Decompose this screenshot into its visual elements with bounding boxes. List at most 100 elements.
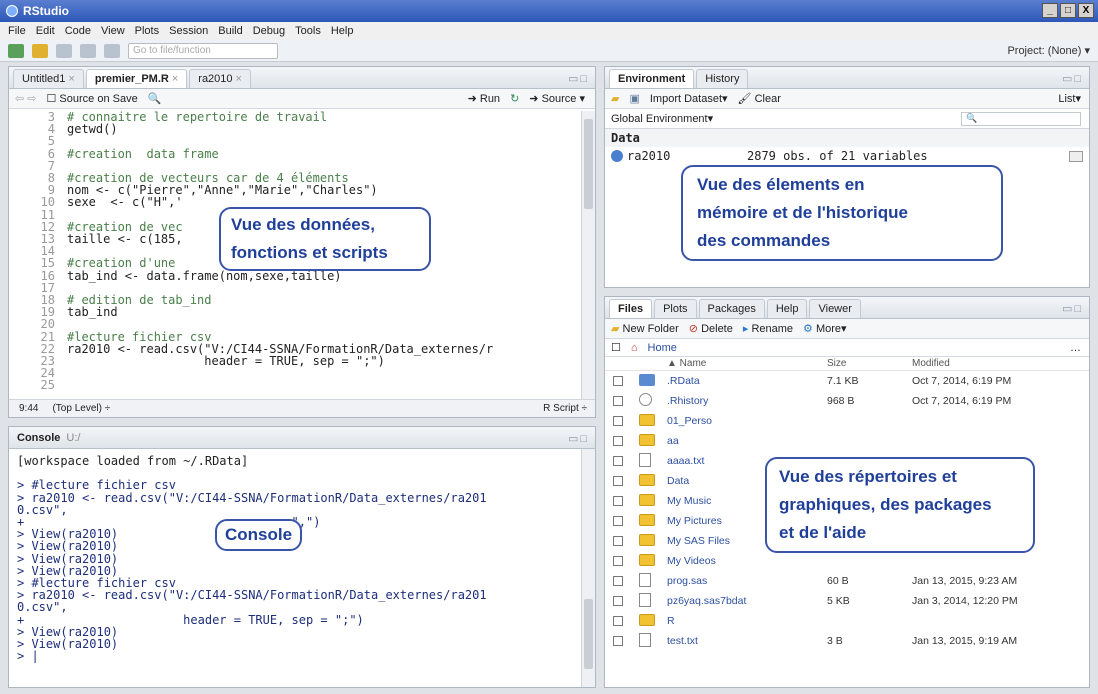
file-name[interactable]: 01_Perso [667, 415, 827, 427]
editor-scrollbar[interactable] [581, 111, 595, 399]
tab-ra2010[interactable]: ra2010 × [189, 69, 251, 88]
save-all-icon[interactable] [80, 43, 96, 58]
save-icon[interactable] [56, 43, 72, 58]
print-icon[interactable] [104, 43, 120, 58]
file-type-selector[interactable]: R Script ÷ [543, 403, 587, 414]
pane-minmax-icon[interactable]: ▭□ [1062, 72, 1083, 85]
list-view-button[interactable]: List▾ [1058, 92, 1081, 105]
file-name[interactable]: prog.sas [667, 575, 827, 587]
console-output[interactable]: [workspace loaded from ~/.RData] > #lectu… [17, 455, 577, 663]
goto-file-input[interactable]: Go to file/function [128, 42, 278, 59]
file-checkbox[interactable] [613, 396, 623, 406]
file-checkbox[interactable] [613, 536, 623, 546]
clear-button[interactable]: 🖌 Clear [738, 92, 781, 105]
file-name[interactable]: My Videos [667, 555, 827, 567]
maximize-button[interactable]: □ [1060, 3, 1076, 18]
env-row-ra2010[interactable]: ra2010 2879 obs. of 21 variables [605, 147, 1089, 165]
tab-premier-pm[interactable]: premier_PM.R × [85, 69, 188, 88]
menu-session[interactable]: Session [169, 25, 208, 37]
breadcrumb-home[interactable]: Home [648, 342, 677, 354]
new-folder-button[interactable]: ▰ New Folder [611, 322, 679, 335]
file-name[interactable]: .Rhistory [667, 395, 827, 407]
file-checkbox[interactable] [613, 556, 623, 566]
view-table-icon[interactable] [1069, 150, 1083, 162]
global-env-selector[interactable]: Global Environment▾ [611, 112, 713, 125]
scope-selector[interactable]: (Top Level) ÷ [52, 403, 110, 414]
tab-plots[interactable]: Plots [654, 299, 697, 318]
col-name[interactable]: ▲ Name [667, 358, 827, 369]
import-dataset-button[interactable]: Import Dataset▾ [650, 92, 728, 105]
load-workspace-icon[interactable]: ▰ [611, 92, 619, 105]
file-checkbox[interactable] [613, 516, 623, 526]
select-all-checkbox[interactable]: ☐ [611, 341, 621, 354]
tab-history[interactable]: History [696, 69, 749, 88]
console-scroll-thumb[interactable] [584, 599, 593, 669]
menu-code[interactable]: Code [65, 25, 91, 37]
menu-tools[interactable]: Tools [295, 25, 321, 37]
col-modified[interactable]: Modified [912, 358, 1098, 369]
file-checkbox[interactable] [613, 576, 623, 586]
tab-packages[interactable]: Packages [698, 299, 765, 318]
file-checkbox[interactable] [613, 436, 623, 446]
close-window-button[interactable]: X [1078, 3, 1094, 18]
search-icon[interactable]: 🔍 [148, 92, 162, 105]
file-row[interactable]: aa [605, 431, 1089, 451]
file-row[interactable]: .Rhistory 968 B Oct 7, 2014, 6:19 PM [605, 391, 1089, 411]
env-search-input[interactable]: 🔍 [961, 111, 1081, 126]
file-row[interactable]: .RData 7.1 KB Oct 7, 2014, 6:19 PM [605, 371, 1089, 391]
rerun-icon[interactable]: ↻ [510, 92, 519, 105]
file-row[interactable]: My Videos [605, 551, 1089, 571]
tab-environment[interactable]: Environment [609, 69, 695, 88]
more-options-icon[interactable]: … [1070, 342, 1081, 354]
close-tab-icon[interactable]: × [68, 73, 74, 85]
close-tab-icon[interactable]: × [172, 73, 178, 85]
home-icon[interactable]: ⌂ [631, 342, 638, 354]
menu-file[interactable]: File [8, 25, 26, 37]
file-checkbox[interactable] [613, 456, 623, 466]
file-name[interactable]: aa [667, 435, 827, 447]
tab-help[interactable]: Help [766, 299, 808, 318]
tab-viewer[interactable]: Viewer [809, 299, 861, 318]
file-name[interactable]: pz6yaq.sas7bdat [667, 595, 827, 607]
pane-minmax-icon[interactable]: ▭□ [568, 72, 589, 85]
file-row[interactable]: R [605, 611, 1089, 631]
editor-scroll-thumb[interactable] [584, 119, 593, 209]
source-button[interactable]: ➜ Source ▾ [529, 92, 585, 105]
file-checkbox[interactable] [613, 596, 623, 606]
pane-minmax-icon[interactable]: ▭□ [568, 432, 589, 445]
menu-edit[interactable]: Edit [36, 25, 55, 37]
file-checkbox[interactable] [613, 616, 623, 626]
file-row[interactable]: 01_Perso [605, 411, 1089, 431]
tab-untitled1[interactable]: Untitled1 × [13, 69, 84, 88]
menu-help[interactable]: Help [331, 25, 354, 37]
back-arrow-icon[interactable]: ⇦ ⇨ [15, 92, 37, 105]
file-checkbox[interactable] [613, 416, 623, 426]
pane-minmax-icon[interactable]: ▭□ [1062, 302, 1083, 315]
delete-button[interactable]: ⊘ Delete [689, 322, 733, 335]
menu-build[interactable]: Build [218, 25, 242, 37]
open-project-icon[interactable] [32, 43, 48, 58]
file-name[interactable]: test.txt [667, 635, 827, 647]
file-row[interactable]: prog.sas 60 B Jan 13, 2015, 9:23 AM [605, 571, 1089, 591]
rename-button[interactable]: ▸ Rename [743, 322, 793, 335]
file-name[interactable]: .RData [667, 375, 827, 387]
source-on-save-checkbox[interactable]: ☐ Source on Save [47, 92, 138, 105]
project-menu[interactable]: Project: (None) ▾ [1007, 44, 1090, 57]
minimize-button[interactable]: _ [1042, 3, 1058, 18]
new-file-icon[interactable] [8, 43, 24, 58]
col-size[interactable]: Size [827, 358, 912, 369]
file-checkbox[interactable] [613, 476, 623, 486]
save-workspace-icon[interactable]: ▣ [629, 92, 639, 105]
menu-debug[interactable]: Debug [253, 25, 285, 37]
menu-view[interactable]: View [101, 25, 125, 37]
file-name[interactable]: R [667, 615, 827, 627]
file-row[interactable]: pz6yaq.sas7bdat 5 KB Jan 3, 2014, 12:20 PM [605, 591, 1089, 611]
file-checkbox[interactable] [613, 376, 623, 386]
file-checkbox[interactable] [613, 496, 623, 506]
file-checkbox[interactable] [613, 636, 623, 646]
run-button[interactable]: ➜ Run [468, 92, 500, 105]
tab-files[interactable]: Files [609, 299, 653, 318]
more-button[interactable]: ⚙ More▾ [803, 322, 847, 335]
file-row[interactable]: test.txt 3 B Jan 13, 2015, 9:19 AM [605, 631, 1089, 651]
menu-plots[interactable]: Plots [135, 25, 159, 37]
